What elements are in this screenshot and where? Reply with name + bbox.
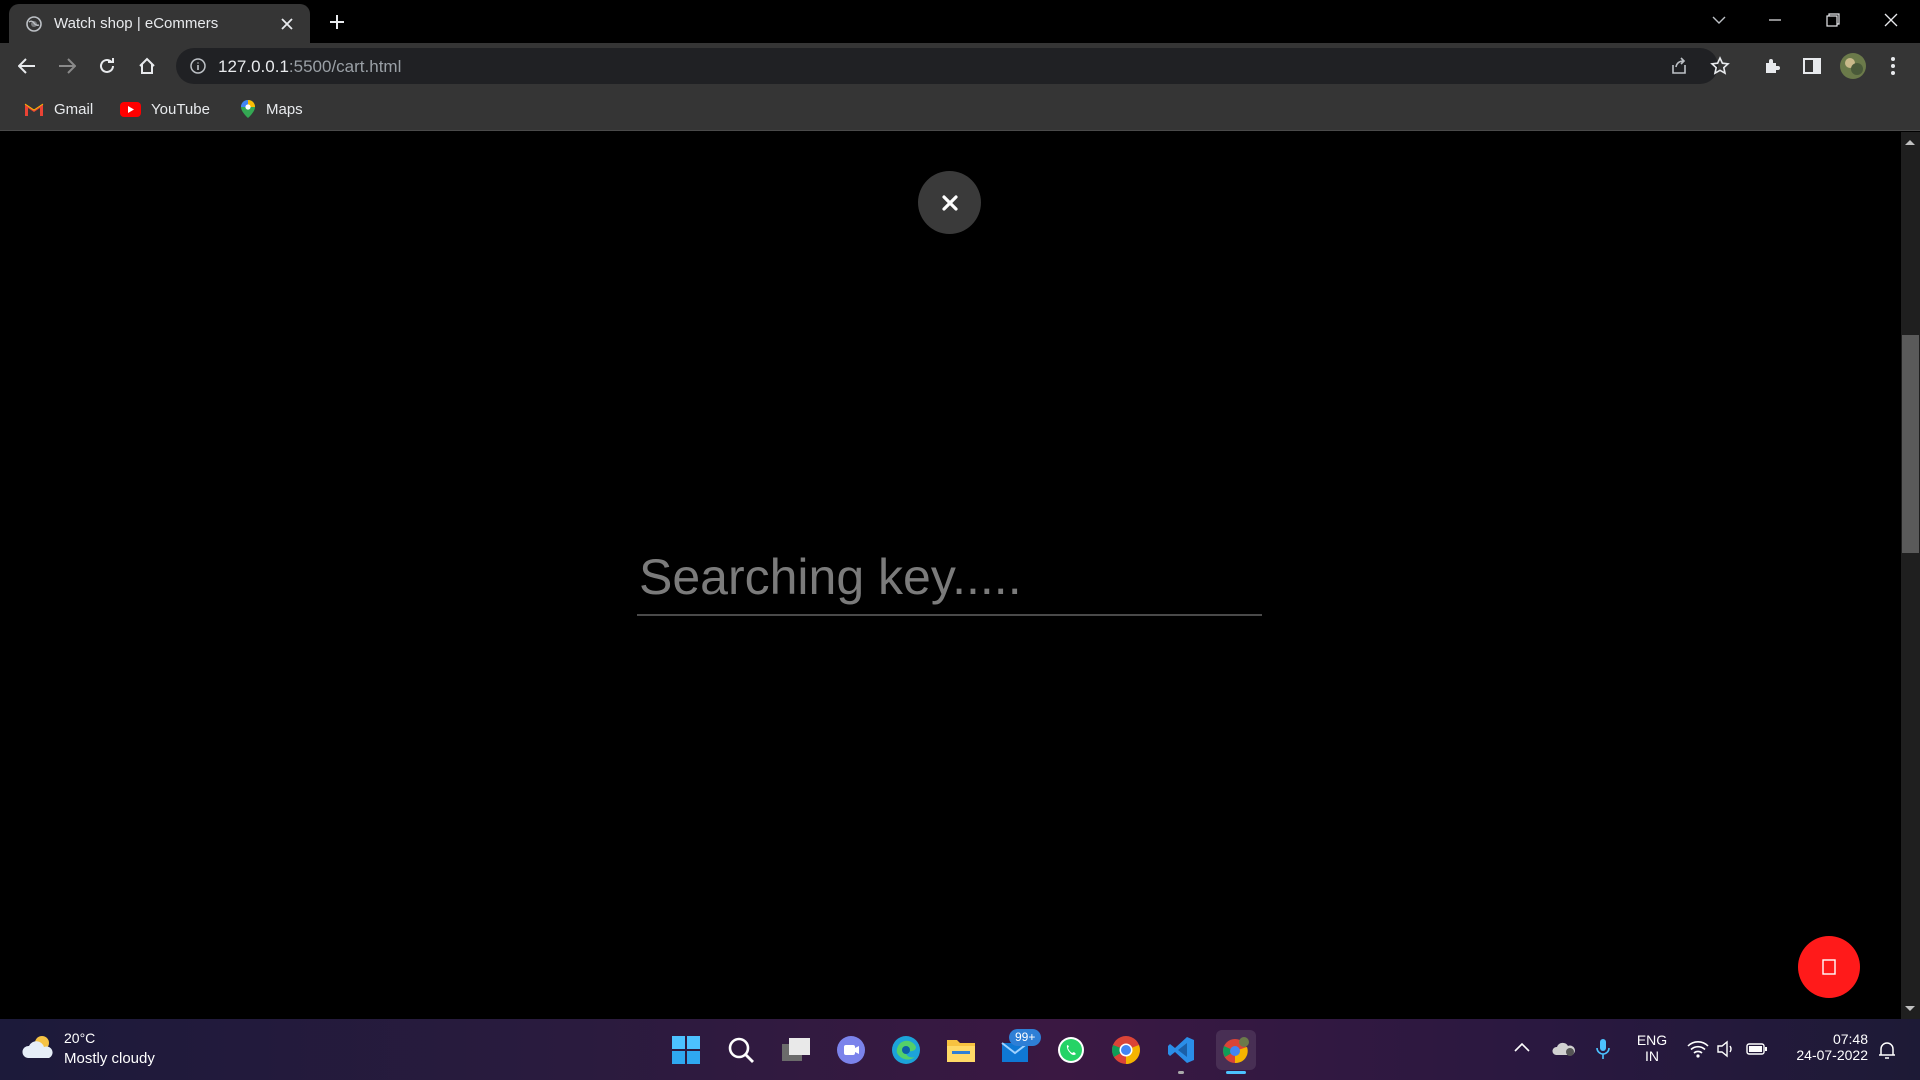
weather-temp: 20°C — [64, 1030, 96, 1046]
wifi-icon[interactable] — [1687, 1040, 1709, 1058]
url-text: 127.0.0.1:5500/cart.html — [218, 57, 401, 77]
file-explorer-icon[interactable] — [941, 1030, 981, 1070]
share-icon[interactable] — [1670, 57, 1688, 75]
search-input[interactable] — [637, 540, 1262, 616]
microphone-icon[interactable] — [1596, 1038, 1610, 1060]
bookmark-maps[interactable]: Maps — [240, 96, 303, 122]
reload-icon[interactable] — [90, 49, 124, 83]
scrollbar-thumb[interactable] — [1902, 335, 1919, 553]
close-search-button[interactable] — [918, 171, 981, 234]
weather-desc: Mostly cloudy — [64, 1050, 155, 1067]
bookmark-label: YouTube — [151, 100, 210, 118]
url-path: :5500/cart.html — [288, 57, 402, 76]
vscode-icon[interactable] — [1161, 1030, 1201, 1070]
chrome-menu-icon[interactable] — [1876, 49, 1910, 83]
tab-search-icon[interactable] — [1690, 0, 1748, 40]
language-region: IN — [1645, 1048, 1659, 1064]
scroll-up-icon[interactable] — [1904, 138, 1916, 146]
edge-icon[interactable] — [886, 1030, 926, 1070]
window-close-icon[interactable] — [1862, 0, 1920, 40]
bookmark-label: Maps — [266, 100, 303, 118]
volume-icon[interactable] — [1716, 1040, 1736, 1058]
language-indicator[interactable]: ENG IN — [1636, 1032, 1668, 1064]
gmail-icon — [24, 102, 54, 117]
address-bar[interactable]: 127.0.0.1:5500/cart.html — [176, 48, 1730, 84]
clock-time: 07:48 — [1832, 1031, 1868, 1047]
cart-icon — [1821, 958, 1837, 976]
scroll-down-icon[interactable] — [1904, 1005, 1916, 1013]
extensions-icon[interactable] — [1756, 49, 1790, 83]
profile-avatar[interactable] — [1836, 49, 1870, 83]
task-view-icon[interactable] — [776, 1030, 816, 1070]
clock-date: 24-07-2022 — [1796, 1047, 1868, 1063]
forward-arrow-icon[interactable] — [50, 49, 84, 83]
teams-chat-icon[interactable] — [831, 1030, 871, 1070]
home-icon[interactable] — [130, 49, 164, 83]
tab-title: Watch shop | eCommers — [54, 15, 219, 32]
tab-close-icon[interactable] — [278, 15, 296, 33]
notification-center-icon[interactable] — [1877, 1040, 1897, 1060]
close-icon — [941, 194, 958, 211]
restore-icon[interactable] — [1804, 0, 1862, 40]
url-host: 127.0.0.1 — [218, 57, 289, 76]
windows-start-icon[interactable] — [666, 1030, 706, 1070]
site-info-icon[interactable] — [190, 58, 206, 74]
chrome-icon[interactable] — [1106, 1030, 1146, 1070]
weather-cloud-icon[interactable] — [22, 1034, 56, 1060]
onedrive-icon[interactable] — [1552, 1040, 1576, 1056]
vscode-running-indicator — [1178, 1071, 1184, 1074]
battery-icon[interactable] — [1746, 1043, 1768, 1055]
side-panel-icon[interactable] — [1795, 49, 1829, 83]
globe-icon — [26, 15, 42, 32]
browser-tab[interactable]: Watch shop | eCommers — [9, 4, 310, 43]
chrome-profile-icon[interactable] — [1216, 1030, 1256, 1070]
bookmark-star-icon[interactable] — [1710, 56, 1730, 76]
whatsapp-icon[interactable] — [1051, 1030, 1091, 1070]
minimize-icon[interactable] — [1746, 0, 1804, 40]
chrome-active-indicator — [1226, 1071, 1246, 1074]
notification-badge: 99+ — [1009, 1029, 1042, 1046]
new-tab-button[interactable] — [322, 9, 352, 35]
page-scrollbar[interactable] — [1901, 132, 1920, 1019]
tray-overflow-icon[interactable] — [1514, 1042, 1530, 1052]
language-code: ENG — [1636, 1032, 1668, 1048]
bookmark-gmail[interactable]: Gmail — [24, 96, 93, 122]
clock[interactable]: 07:48 24-07-2022 — [1780, 1031, 1868, 1063]
youtube-icon — [120, 101, 151, 117]
bookmark-label: Gmail — [54, 100, 94, 118]
maps-icon — [240, 99, 266, 119]
bookmark-youtube[interactable]: YouTube — [120, 96, 210, 122]
search-icon[interactable] — [721, 1030, 761, 1070]
back-arrow-icon[interactable] — [10, 49, 44, 83]
cart-fab-button[interactable] — [1798, 936, 1860, 998]
